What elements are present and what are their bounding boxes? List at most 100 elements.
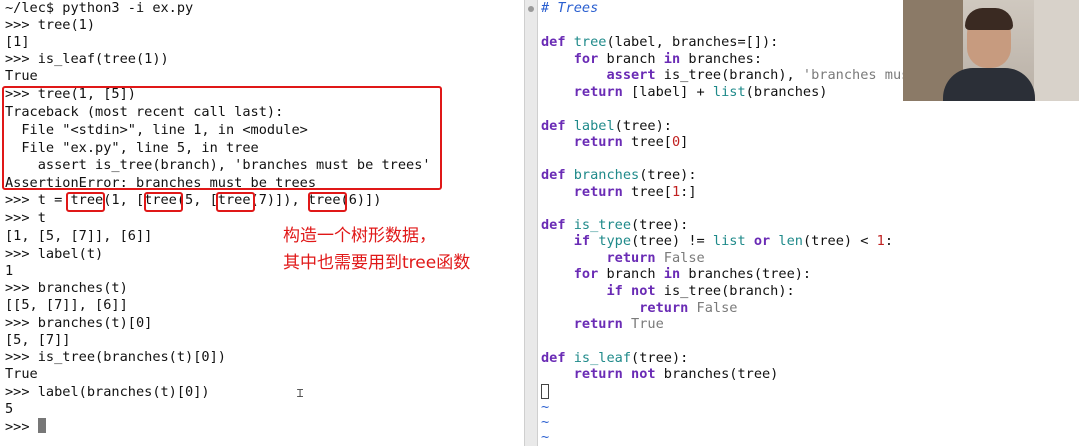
code-token: return — [573, 134, 623, 150]
terminal-line: ~/lec$ python3 -i ex.py — [5, 0, 194, 16]
terminal-line: True — [5, 366, 38, 382]
traceback-highlight-box — [2, 86, 442, 190]
code-token: :] — [680, 184, 697, 200]
code-token: return — [573, 84, 623, 100]
terminal-line: 1 — [5, 263, 14, 279]
terminal-line: >>> is_leaf(tree(1)) — [5, 51, 169, 67]
code-token: is_leaf — [573, 350, 632, 366]
code-token: if — [606, 283, 623, 299]
code-token: or — [753, 233, 771, 249]
webcam-person-shirt — [943, 68, 1035, 101]
code-line: if type(tree) != list or len(tree) < 1: — [541, 233, 893, 250]
code-token: return — [573, 316, 623, 332]
code-token: 1 — [671, 184, 681, 200]
terminal-line: 5 — [5, 401, 14, 417]
terminal-line: >>> t — [5, 210, 46, 226]
code-token: (tree): — [614, 118, 672, 134]
code-line: return tree[0] — [541, 134, 689, 151]
terminal-line: >>> tree(1) — [5, 17, 96, 33]
code-token: in — [663, 51, 681, 67]
pane-divider-scrollbar[interactable] — [524, 0, 538, 446]
code-token: : — [884, 233, 894, 249]
terminal-line: [1] — [5, 34, 30, 50]
code-token: type — [598, 233, 632, 249]
code-token: list — [712, 84, 746, 100]
terminal-line: >>> branches(t) — [5, 280, 128, 296]
code-token: branches: — [680, 51, 763, 67]
terminal-line: >>> label(t) — [5, 246, 104, 262]
code-token: [label] + — [622, 84, 713, 100]
code-line: for branch in branches(tree): — [541, 266, 811, 283]
code-line: def branches(tree): — [541, 167, 697, 184]
code-token: (tree) != — [631, 233, 713, 249]
code-token: tree[ — [622, 184, 672, 200]
code-token: list — [712, 233, 746, 249]
terminal-line: [[5, [7]], [6]] — [5, 297, 128, 313]
code-token: len — [778, 233, 803, 249]
code-line: return False — [541, 300, 737, 317]
code-token: (tree): — [631, 350, 689, 366]
code-token: # Trees — [541, 0, 599, 16]
code-token: def — [541, 350, 566, 366]
terminal-line: >>> branches(t)[0] — [5, 315, 153, 331]
terminal-prompt-line[interactable]: >>> — [5, 418, 46, 435]
code-token: branch — [598, 266, 664, 282]
annotation-caption-line-2: 其中也需要用到tree函数 — [283, 253, 471, 273]
terminal-line: >>> is_tree(branches(t)[0]) — [5, 349, 226, 365]
text-cursor-icon: Ɪ — [297, 387, 304, 400]
code-line: def is_tree(tree): — [541, 217, 688, 234]
code-line: return not branches(tree) — [541, 366, 779, 383]
terminal-line: >>> label(branches(t)[0]) — [5, 384, 210, 400]
code-token: (tree): — [631, 217, 689, 233]
code-token: True — [631, 316, 664, 332]
code-token: branches(tree) — [655, 366, 779, 382]
webcam-person-hair — [965, 8, 1013, 30]
editor-cursor — [541, 384, 549, 399]
webcam-background-door — [1034, 0, 1079, 101]
terminal-line: True — [5, 68, 38, 84]
scrollbar-thumb[interactable] — [528, 6, 534, 12]
code-line: return tree[1:] — [541, 184, 697, 201]
terminal-pane[interactable]: ~/lec$ python3 -i ex.py >>> tree(1) [1] … — [0, 0, 524, 446]
code-token: False — [696, 300, 738, 316]
code-line: if not is_tree(branch): — [541, 283, 794, 300]
code-line: def is_leaf(tree): — [541, 350, 688, 367]
code-line: def label(tree): — [541, 118, 672, 135]
code-token: in — [663, 266, 681, 282]
code-token: (tree): — [639, 167, 697, 183]
code-token: False — [663, 250, 705, 266]
code-token: def — [541, 217, 566, 233]
code-token: tree — [573, 34, 607, 50]
code-token: def — [541, 167, 566, 183]
code-token: 1 — [876, 233, 885, 249]
terminal-cursor — [37, 418, 46, 433]
code-token: (branches) — [745, 84, 828, 100]
tree-call-highlight-box — [66, 192, 105, 212]
terminal-line: [1, [5, [7]], [6]] — [5, 228, 153, 244]
code-token: for — [573, 51, 599, 67]
tree-call-highlight-box — [216, 192, 255, 212]
code-token: assert — [606, 67, 656, 83]
code-token: ] — [680, 134, 689, 150]
code-token: branches — [573, 167, 640, 183]
code-line: # Trees — [541, 0, 598, 17]
webcam-video-overlay — [903, 0, 1079, 101]
code-line: for branch in branches: — [541, 51, 762, 68]
terminal-line: [5, [7]] — [5, 332, 71, 348]
code-token: (label, branches=[]): — [606, 34, 779, 50]
tree-call-highlight-box — [308, 192, 347, 212]
